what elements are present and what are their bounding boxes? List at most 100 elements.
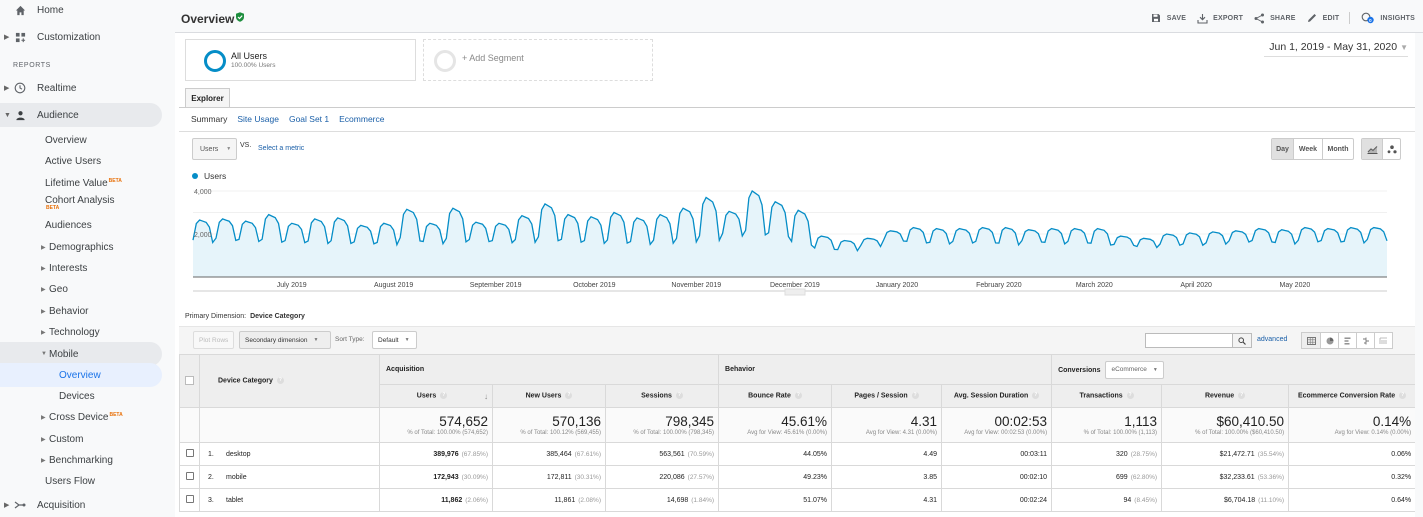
pencil-icon <box>1307 13 1318 24</box>
help-icon: ? <box>675 392 683 400</box>
cell-new-users: 11,861 (2.08%) <box>492 488 606 512</box>
subtab-ecommerce[interactable]: Ecommerce <box>339 114 384 124</box>
total-new-users: 570,136% of Total: 100.12% (569,455) <box>492 407 606 443</box>
behavior-group-header: Behavior <box>718 354 1053 385</box>
subtab-site-usage[interactable]: Site Usage <box>237 114 279 124</box>
period-month-button[interactable]: Month <box>1322 139 1353 159</box>
chevron-down-icon: ▼ <box>404 337 410 343</box>
help-icon: ? <box>1032 392 1040 400</box>
segment-all-users[interactable]: All Users 100.00% Users <box>185 39 416 81</box>
select-metric-link[interactable]: Select a metric <box>258 145 304 152</box>
column-header-avg-session-duration[interactable]: Avg. Session Duration? <box>941 384 1053 408</box>
sidebar-item-realtime[interactable]: ▶ Realtime <box>0 76 162 100</box>
legend-dot-users <box>192 173 198 179</box>
chevron-down-icon: ▼ <box>226 146 232 152</box>
secondary-dimension-dropdown[interactable]: Secondary dimension ▼ <box>239 331 331 349</box>
row-checkbox[interactable] <box>185 495 194 503</box>
save-button[interactable]: SAVE <box>1151 13 1186 24</box>
conversions-goal-dropdown[interactable]: eCommerce ▼ <box>1105 360 1164 379</box>
y-tick-label: 2,000 <box>194 232 212 239</box>
cell-sessions: 14,698 (1.84%) <box>604 488 720 512</box>
pie-view-button[interactable] <box>1320 333 1338 348</box>
chart-resize-handle[interactable] <box>784 288 806 296</box>
column-header-revenue[interactable]: Revenue? <box>1161 384 1290 408</box>
beta-badge: BETA <box>46 205 60 211</box>
total-users: 574,652% of Total: 100.00% (574,652) <box>379 407 493 443</box>
device-category-link[interactable]: desktop <box>226 451 251 458</box>
subtab-goal-set-1[interactable]: Goal Set 1 <box>289 114 329 124</box>
x-tick-label: September 2019 <box>470 282 522 289</box>
edit-button[interactable]: EDIT <box>1307 13 1340 24</box>
device-category-link[interactable]: tablet <box>226 497 243 504</box>
advanced-filter-link[interactable]: advanced <box>1257 336 1287 343</box>
chart-type-toggle <box>1361 138 1401 160</box>
line-chart-button[interactable] <box>1362 139 1382 159</box>
cell-sessions: 563,561 (70.59%) <box>604 442 720 466</box>
total-revenue: $60,410.50% of Total: 100.00% ($60,410.5… <box>1161 407 1290 443</box>
share-button[interactable]: SHARE <box>1254 13 1296 24</box>
chevron-down-icon: ▼ <box>1400 43 1408 52</box>
column-header-users[interactable]: Users? ↓ <box>379 384 493 408</box>
caret-right-icon: ▶ <box>41 436 46 443</box>
plot-rows-button[interactable]: Plot Rows <box>193 331 235 349</box>
sidebar-item-acquisition[interactable]: ▶ Acquisition <box>0 493 162 517</box>
sidebar-item-audience[interactable]: ▼ Audience <box>0 103 162 127</box>
help-icon: ? <box>565 392 573 400</box>
help-icon: ? <box>1238 392 1246 400</box>
motion-chart-button[interactable] <box>1382 139 1400 159</box>
sidebar-item-customization[interactable]: ▶ Customization <box>0 25 162 49</box>
row-checkbox[interactable] <box>185 449 194 457</box>
primary-dimension-device-category[interactable]: Device Category <box>250 313 305 320</box>
column-header-transactions[interactable]: Transactions? <box>1051 384 1163 408</box>
column-header-sessions[interactable]: Sessions? <box>604 384 720 408</box>
insights-icon: 0 <box>1361 12 1375 24</box>
grid-icon <box>1306 336 1316 345</box>
row-checkbox[interactable] <box>185 472 194 480</box>
x-tick-label: August 2019 <box>374 282 413 289</box>
cell-ecommerce-conversion-rate: 0.06% <box>1288 442 1417 466</box>
date-range-picker[interactable]: Jun 1, 2019 - May 31, 2020 ▼ <box>1264 41 1408 57</box>
acquisition-group-header: Acquisition <box>378 354 720 385</box>
cell-transactions: 699 (62.80%) <box>1051 465 1163 489</box>
subtab-summary[interactable]: Summary <box>191 114 227 124</box>
sort-type-dropdown[interactable]: Default ▼ <box>372 331 417 349</box>
column-header-bounce-rate[interactable]: Bounce Rate? <box>718 384 833 408</box>
insights-button[interactable]: 0 INSIGHTS <box>1361 12 1415 24</box>
column-header-ecommerce-conversion-rate[interactable]: Ecommerce Conversion Rate? <box>1288 384 1417 408</box>
cell-transactions: 94 (8.45%) <box>1051 488 1163 512</box>
table-view-button[interactable] <box>1302 333 1320 348</box>
period-day-button[interactable]: Day <box>1272 139 1293 159</box>
export-button[interactable]: EXPORT <box>1197 13 1243 24</box>
x-tick-label: April 2020 <box>1180 282 1212 289</box>
line-chart-icon <box>1367 145 1377 154</box>
sidebar-item-mobile-overview[interactable]: Overview <box>0 363 162 387</box>
select-all-checkbox[interactable] <box>185 375 194 385</box>
device-category-link[interactable]: mobile <box>226 474 247 481</box>
pivot-view-button[interactable] <box>1374 333 1392 348</box>
period-toggle: Day Week Month <box>1271 138 1354 160</box>
column-header-pages-per-session[interactable]: Pages / Session? <box>831 384 943 408</box>
metric-dropdown[interactable]: Users ▼ <box>192 138 237 160</box>
table-search-input[interactable] <box>1145 333 1233 348</box>
column-header-new-users[interactable]: New Users? <box>492 384 606 408</box>
help-icon: ? <box>440 391 448 399</box>
caret-right-icon: ▶ <box>4 85 10 92</box>
add-segment-button[interactable]: + Add Segment <box>423 39 653 81</box>
cell-pages-per-session: 3.85 <box>831 465 943 489</box>
chevron-down-icon: ▼ <box>313 337 319 343</box>
total-ecommerce-conversion-rate: 0.14% Avg for View: 0.14% (0.00%) <box>1288 407 1417 443</box>
tab-explorer[interactable]: Explorer <box>185 88 230 108</box>
comparison-view-button[interactable] <box>1356 333 1374 348</box>
period-week-button[interactable]: Week <box>1293 139 1322 159</box>
conversions-group-header: Conversions eCommerce ▼ <box>1051 354 1417 385</box>
total-transactions: 1,113% of Total: 100.00% (1,113) <box>1051 407 1163 443</box>
caret-right-icon: ▶ <box>41 457 46 464</box>
segment-ring-icon <box>204 50 226 72</box>
table-search-button[interactable] <box>1233 333 1252 348</box>
sidebar-item-home[interactable]: Home <box>0 0 162 22</box>
dimension-header[interactable]: Device Category? <box>199 354 380 408</box>
share-icon <box>1254 13 1265 24</box>
sort-descending-icon[interactable]: ↓ <box>484 392 488 401</box>
performance-view-button[interactable] <box>1338 333 1356 348</box>
select-all-cell <box>179 354 200 408</box>
